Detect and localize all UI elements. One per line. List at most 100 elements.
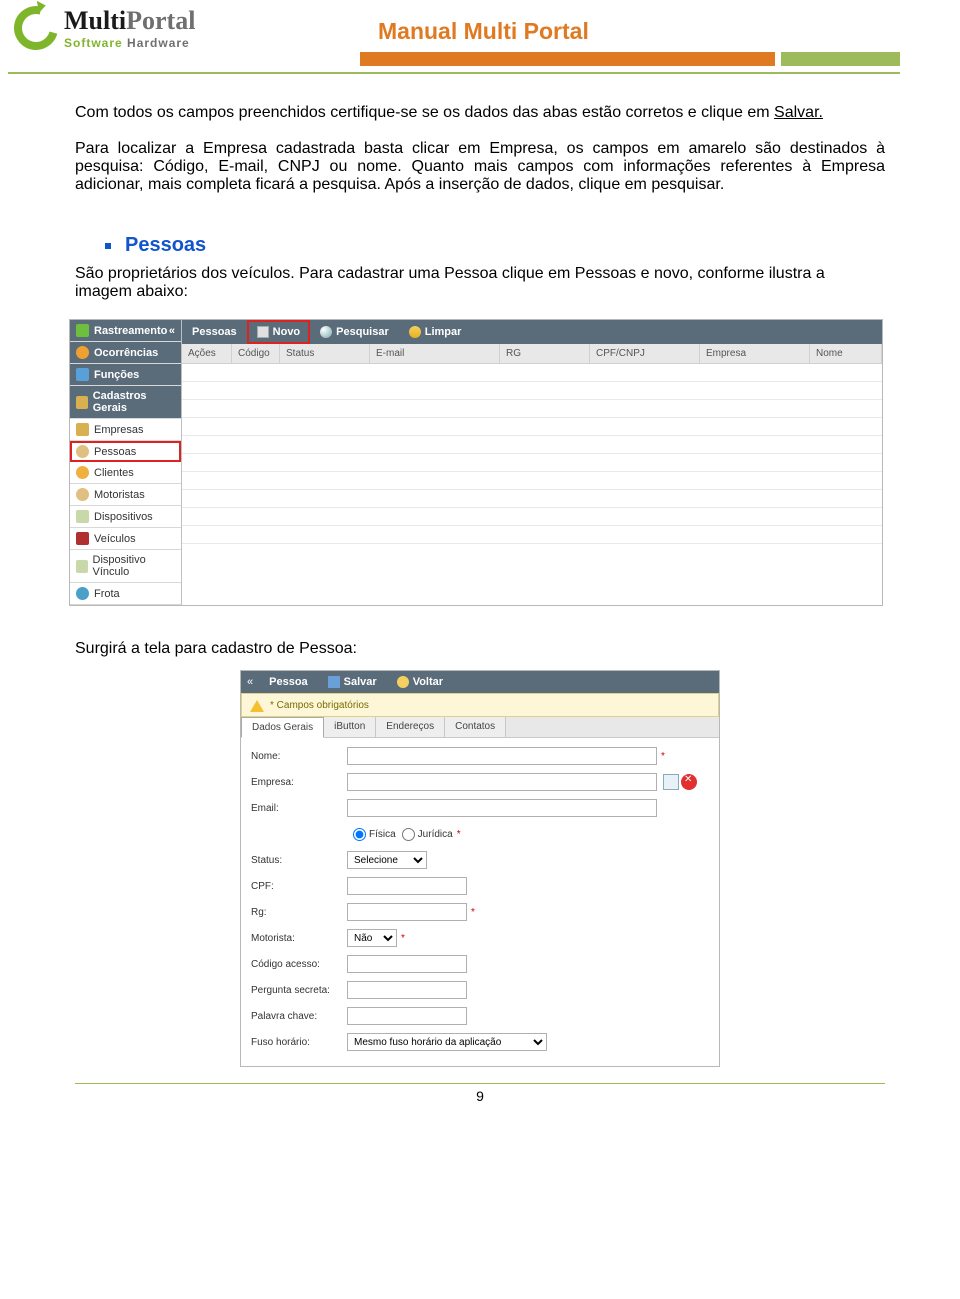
tools-icon bbox=[76, 396, 88, 409]
paragraph-3: São proprietários dos veículos. Para cad… bbox=[75, 265, 885, 301]
page-number: 9 bbox=[75, 1083, 885, 1114]
sidebar-item-motoristas[interactable]: Motoristas bbox=[70, 484, 181, 506]
globe-icon bbox=[76, 324, 89, 337]
email-input[interactable] bbox=[347, 799, 657, 817]
tab-ibutton[interactable]: iButton bbox=[324, 717, 376, 737]
toolbar-label: Pessoa bbox=[269, 676, 308, 688]
toolbar-label: Limpar bbox=[425, 326, 462, 338]
sidebar-label: Veículos bbox=[94, 533, 136, 545]
page-title: Manual Multi Portal bbox=[378, 18, 589, 45]
table-row bbox=[182, 436, 882, 454]
bullet-square-icon bbox=[105, 243, 111, 249]
table-row bbox=[182, 526, 882, 544]
sidebar-item-veiculos[interactable]: Veículos bbox=[70, 528, 181, 550]
sidebar-item-empresas[interactable]: Empresas bbox=[70, 419, 181, 441]
fuso-select[interactable]: Mesmo fuso horário da aplicação bbox=[347, 1033, 547, 1051]
col-empresa: Empresa bbox=[700, 344, 810, 364]
people-icon bbox=[76, 466, 89, 479]
logo: MultiPortal Software Hardware bbox=[14, 6, 195, 50]
required-star: * bbox=[457, 829, 461, 840]
alert-icon bbox=[76, 346, 89, 359]
device-icon bbox=[76, 510, 89, 523]
radio-juridica[interactable] bbox=[402, 828, 415, 841]
logo-hardware: Hardware bbox=[127, 36, 190, 50]
empresa-input[interactable] bbox=[347, 773, 657, 791]
toolbar-pesquisar-button[interactable]: Pesquisar bbox=[310, 320, 399, 344]
header-bands bbox=[360, 52, 900, 66]
toolbar-pessoa[interactable]: Pessoa bbox=[259, 673, 318, 691]
radio-juridica-label: Jurídica bbox=[418, 829, 453, 840]
collapse-icon[interactable]: « bbox=[241, 676, 259, 688]
caption-2: Surgirá a tela para cadastro de Pessoa: bbox=[75, 640, 885, 658]
back-icon bbox=[397, 676, 409, 688]
sidebar-label: Dispositivos bbox=[94, 511, 153, 523]
toolbar-salvar-button[interactable]: Salvar bbox=[318, 673, 387, 691]
toolbar-label: Novo bbox=[273, 326, 301, 338]
sidebar-item-clientes[interactable]: Clientes bbox=[70, 462, 181, 484]
radio-fisica[interactable] bbox=[353, 828, 366, 841]
toolbar-limpar-button[interactable]: Limpar bbox=[399, 320, 472, 344]
sidebar-item-rastreamento[interactable]: Rastreamento« bbox=[70, 320, 181, 342]
label-status: Status: bbox=[251, 855, 347, 866]
required-star: * bbox=[471, 907, 475, 918]
logo-portal: Portal bbox=[126, 6, 195, 35]
heading-pessoas: Pessoas bbox=[125, 234, 206, 257]
page-header: MultiPortal Software Hardware Manual Mul… bbox=[0, 0, 960, 72]
label-palavra: Palavra chave: bbox=[251, 1011, 347, 1022]
table-row bbox=[182, 382, 882, 400]
toolbar-label: Voltar bbox=[413, 676, 443, 688]
nome-input[interactable] bbox=[347, 747, 657, 765]
lookup-icon[interactable] bbox=[663, 774, 679, 790]
form-body: Nome: * Empresa: Email: bbox=[241, 738, 719, 1066]
col-email: E-mail bbox=[370, 344, 500, 364]
cpf-input[interactable] bbox=[347, 877, 467, 895]
radio-fisica-label: Física bbox=[369, 829, 396, 840]
toolbar-novo-button[interactable]: Novo bbox=[247, 320, 311, 344]
sidebar-item-cadastros[interactable]: Cadastros Gerais bbox=[70, 386, 181, 419]
table-row bbox=[182, 400, 882, 418]
sidebar-item-dispositivo-vinculo[interactable]: Dispositivo Vínculo bbox=[70, 550, 181, 583]
search-icon bbox=[320, 326, 332, 338]
person-icon bbox=[76, 445, 89, 458]
sidebar: Rastreamento« Ocorrências Funções Cadast… bbox=[70, 320, 182, 605]
sidebar-item-pessoas[interactable]: Pessoas bbox=[70, 441, 181, 462]
status-select[interactable]: Selecione bbox=[347, 851, 427, 869]
screenshot-form: « Pessoa Salvar Voltar * Campos obrigató… bbox=[240, 670, 720, 1067]
required-banner: * Campos obrigatórios bbox=[241, 693, 719, 717]
required-star: * bbox=[661, 751, 665, 762]
label-motorista: Motorista: bbox=[251, 933, 347, 944]
codigo-input[interactable] bbox=[347, 955, 467, 973]
sidebar-label: Cadastros Gerais bbox=[93, 390, 175, 414]
palavra-input[interactable] bbox=[347, 1007, 467, 1025]
sidebar-label: Dispositivo Vínculo bbox=[93, 554, 175, 578]
sidebar-label: Rastreamento bbox=[94, 325, 167, 337]
toolbar: Pessoas Novo Pesquisar Limpar bbox=[182, 320, 882, 344]
table-row bbox=[182, 490, 882, 508]
para1-text: Com todos os campos preenchidos certifiq… bbox=[75, 104, 774, 121]
toolbar-pessoas[interactable]: Pessoas bbox=[182, 320, 247, 344]
salvar-link-text: Salvar. bbox=[774, 104, 823, 121]
sidebar-item-dispositivos[interactable]: Dispositivos bbox=[70, 506, 181, 528]
gear-icon bbox=[76, 368, 89, 381]
sidebar-item-funcoes[interactable]: Funções bbox=[70, 364, 181, 386]
toolbar-voltar-button[interactable]: Voltar bbox=[387, 673, 453, 691]
motorista-select[interactable]: Não bbox=[347, 929, 397, 947]
sidebar-item-frota[interactable]: Frota bbox=[70, 583, 181, 605]
clear-icon[interactable] bbox=[681, 774, 697, 790]
sidebar-item-ocorrencias[interactable]: Ocorrências bbox=[70, 342, 181, 364]
tab-dados-gerais[interactable]: Dados Gerais bbox=[241, 717, 324, 738]
tab-enderecos[interactable]: Endereços bbox=[376, 717, 445, 737]
table-row bbox=[182, 364, 882, 382]
sidebar-label: Empresas bbox=[94, 424, 144, 436]
rg-input[interactable] bbox=[347, 903, 467, 921]
paragraph-2: Para localizar a Empresa cadastrada bast… bbox=[75, 140, 885, 194]
label-codigo: Código acesso: bbox=[251, 959, 347, 970]
form-toolbar: « Pessoa Salvar Voltar bbox=[241, 671, 719, 693]
label-email: Email: bbox=[251, 803, 347, 814]
pergunta-input[interactable] bbox=[347, 981, 467, 999]
tipo-radios: Física Jurídica * bbox=[347, 828, 461, 841]
col-acoes: Ações bbox=[182, 344, 232, 364]
tab-contatos[interactable]: Contatos bbox=[445, 717, 506, 737]
col-nome: Nome bbox=[810, 344, 882, 364]
table-row bbox=[182, 472, 882, 490]
